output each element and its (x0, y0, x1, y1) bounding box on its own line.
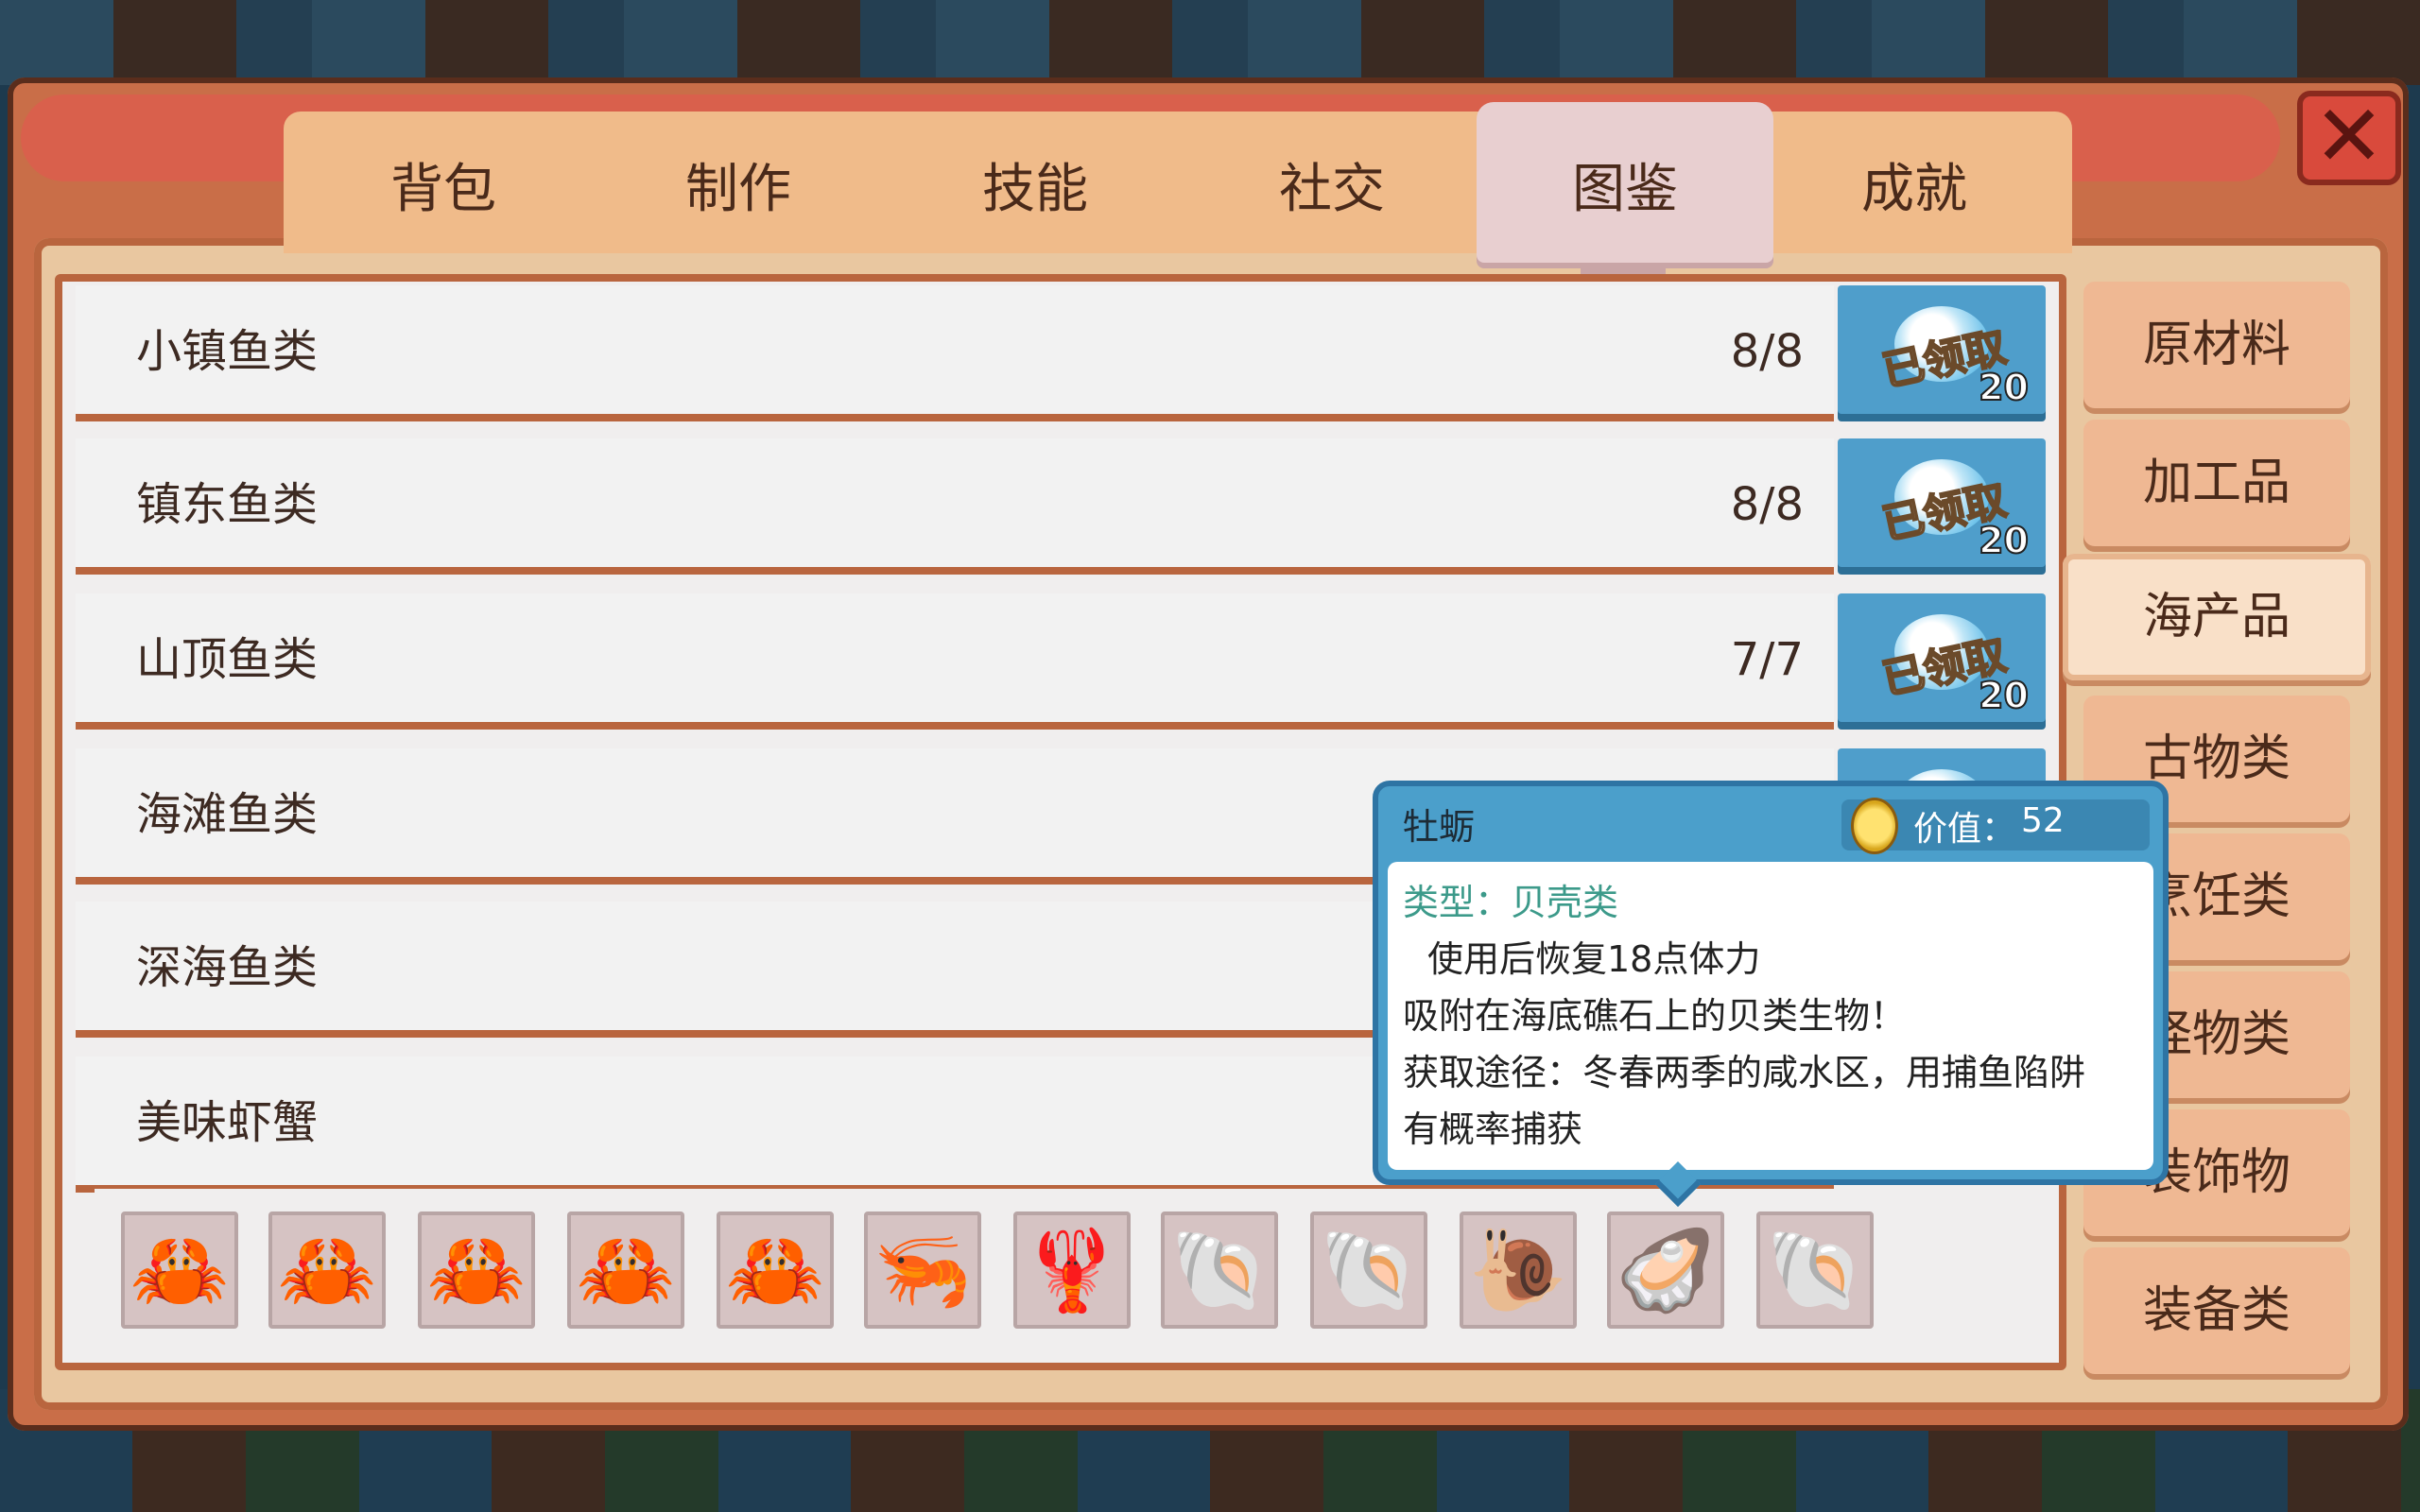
spider-crab-icon[interactable]: 🦀 (717, 1211, 834, 1329)
mussel-icon[interactable]: 🐚 (1756, 1211, 1874, 1329)
tooltip-source-cont: 有概率捕获 (1403, 1108, 1583, 1150)
scallop-icon[interactable]: 🐚 (1310, 1211, 1427, 1329)
reward-amount: 20 (1978, 674, 2030, 717)
tab-collection[interactable]: 图鉴 (1477, 102, 1773, 287)
item-tooltip: 牡蛎 价值： 52 类型：贝壳类 使用后恢复18点体力 吸附在海底礁石上的贝类生… (1373, 781, 2169, 1208)
shrimp-icon[interactable]: 🦐 (864, 1211, 981, 1329)
tooltip-item-name: 牡蛎 (1403, 806, 1476, 848)
category-seafood[interactable]: 海产品 (2063, 554, 2371, 680)
reward-claimed-button[interactable]: 已领取 20 (1838, 438, 2046, 567)
row-name: 美味虾蟹 (136, 1096, 319, 1149)
orange-crab-icon[interactable]: 🦀 (418, 1211, 535, 1329)
tooltip-type: 类型：贝壳类 (1403, 882, 1619, 923)
category-raw-materials[interactable]: 原材料 (2083, 282, 2350, 408)
collection-row[interactable]: 山顶鱼类 7/7 (76, 593, 1834, 722)
tooltip-body: 类型：贝壳类 使用后恢复18点体力 吸附在海底礁石上的贝类生物！ 获取途径：冬春… (1388, 862, 2153, 1170)
tab-skills[interactable]: 技能 (887, 112, 1184, 253)
tab-crafting[interactable]: 制作 (590, 112, 887, 253)
reward-claimed-button[interactable]: 已领取 20 (1838, 285, 2046, 414)
reward-claimed-button[interactable]: 已领取 20 (1838, 593, 2046, 722)
tab-social[interactable]: 社交 (1184, 112, 1480, 253)
lobster-icon[interactable]: 🦞 (1013, 1211, 1131, 1329)
row-name: 深海鱼类 (136, 941, 319, 994)
oyster-icon[interactable]: 🦪 (1607, 1211, 1724, 1329)
row-name: 镇东鱼类 (136, 478, 319, 531)
category-equipment[interactable]: 装备类 (2083, 1247, 2350, 1374)
row-count: 7/7 (1730, 633, 1804, 686)
collection-row[interactable]: 小镇鱼类 8/8 (76, 285, 1834, 414)
tab-backpack[interactable]: 背包 (295, 112, 592, 253)
blue-eyed-crab-icon[interactable]: 🦀 (567, 1211, 684, 1329)
row-name: 山顶鱼类 (136, 633, 319, 686)
row-name: 小镇鱼类 (136, 325, 319, 378)
collection-row[interactable]: 镇东鱼类 8/8 (76, 438, 1834, 567)
crab-icon[interactable]: 🦀 (121, 1211, 238, 1329)
value-amount: 52 (2021, 801, 2065, 840)
gold-coin-icon (1851, 798, 1898, 854)
background-world-top (0, 0, 2420, 85)
tooltip-effect: 使用后恢复18点体力 (1427, 938, 1761, 980)
reward-amount: 20 (1978, 519, 2030, 562)
reward-amount: 20 (1978, 366, 2030, 409)
sea-snail-icon[interactable]: 🐌 (1460, 1211, 1577, 1329)
value-label: 价值： (1913, 810, 2016, 849)
tooltip-source: 获取途径：冬春两季的咸水区，用捕鱼陷阱 (1403, 1052, 2086, 1093)
tooltip-description: 吸附在海底礁石上的贝类生物！ (1403, 995, 1907, 1037)
category-processed[interactable]: 加工品 (2083, 420, 2350, 546)
tab-achievements[interactable]: 成就 (1766, 112, 2063, 253)
close-button[interactable]: ✕ (2297, 91, 2401, 185)
row-count: 8/8 (1730, 325, 1804, 378)
clam-icon[interactable]: 🐚 (1161, 1211, 1278, 1329)
row-count: 8/8 (1730, 478, 1804, 531)
yellow-crab-icon[interactable]: 🦀 (268, 1211, 386, 1329)
row-name: 海滩鱼类 (136, 788, 319, 841)
